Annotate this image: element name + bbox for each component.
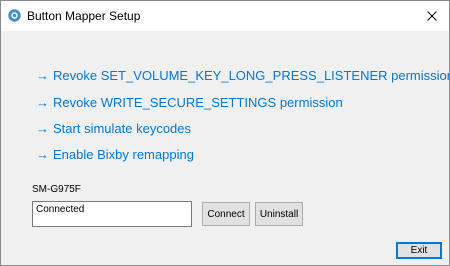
setup-window: Button Mapper Setup → Revoke SET_VOLUME_K…	[0, 0, 450, 266]
close-icon	[427, 11, 437, 21]
enable-bixby-remapping-link[interactable]: → Enable Bixby remapping	[36, 147, 194, 163]
arrow-right-icon: →	[36, 95, 49, 110]
revoke-volume-key-permission-link[interactable]: → Revoke SET_VOLUME_KEY_LONG_PRESS_LISTEN…	[36, 68, 450, 84]
connect-button[interactable]: Connect	[202, 202, 250, 226]
connection-status-box: Connected	[32, 201, 192, 227]
window-title: Button Mapper Setup	[27, 9, 141, 23]
link-label: Start simulate keycodes	[53, 121, 192, 136]
button-mapper-app-icon	[8, 9, 21, 22]
title-bar: Button Mapper Setup	[1, 1, 449, 31]
exit-button[interactable]: Exit	[396, 242, 442, 259]
arrow-right-icon: →	[36, 121, 49, 136]
revoke-write-secure-settings-link[interactable]: → Revoke WRITE_SECURE_SETTINGS permission	[36, 95, 343, 111]
device-model-label: SM-G975F	[32, 184, 81, 195]
link-label: Revoke WRITE_SECURE_SETTINGS permission	[53, 95, 343, 110]
link-label: Revoke SET_VOLUME_KEY_LONG_PRESS_LISTENE…	[53, 68, 450, 83]
arrow-right-icon: →	[36, 68, 49, 83]
start-simulate-keycodes-link[interactable]: → Start simulate keycodes	[36, 121, 191, 137]
link-label: Enable Bixby remapping	[53, 147, 194, 162]
uninstall-button[interactable]: Uninstall	[255, 202, 303, 226]
close-button[interactable]	[415, 1, 449, 31]
arrow-right-icon: →	[36, 147, 49, 162]
